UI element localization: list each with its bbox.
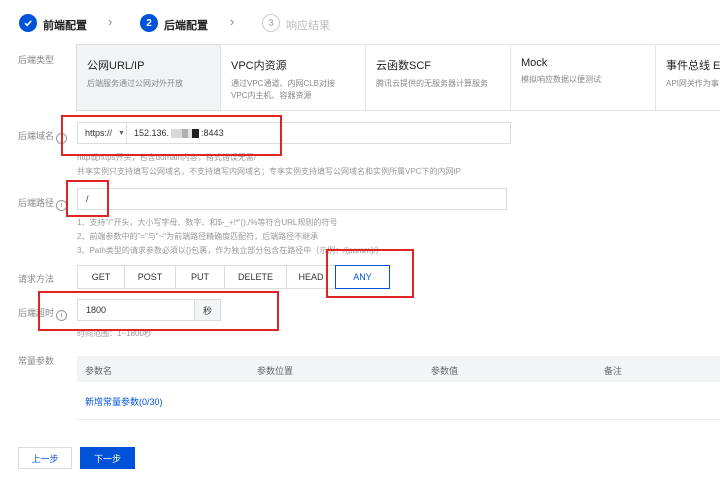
next-step-button[interactable]: 下一步 [80, 447, 135, 469]
type-card-desc: VPC内主机、容器资源 [231, 91, 312, 100]
column-param-value: 参数值 [431, 366, 459, 376]
step-2-label: 后端配置 [164, 20, 208, 32]
method-delete-button[interactable]: DELETE [224, 265, 287, 289]
method-post-button[interactable]: POST [124, 265, 176, 289]
path-help-1: 1、支持"/"开头，大小写字母、数字、和$-_+!*'(),/%等符合URL规则… [77, 218, 338, 227]
annotation-rect-path [66, 180, 109, 217]
add-constant-link[interactable]: 新增常量参数(0/30) [85, 395, 163, 408]
type-card-scf[interactable]: 云函数SCF 腾讯云提供的无服务器计算服务 [365, 44, 511, 111]
backend-path-label: 后端路径 i [18, 196, 68, 211]
steps-header: 前端配置 › 2 后端配置 › 3 响应结果 [0, 0, 720, 46]
type-card-public-url[interactable]: 公网URL/IP 后端服务通过公网对外开放 [76, 44, 221, 111]
type-card-desc: 后端服务通过公网对外开放 [87, 79, 183, 88]
annotation-rect-method [326, 249, 414, 298]
type-card-title: 事件总线 Ev [666, 60, 720, 72]
method-put-button[interactable]: PUT [175, 265, 225, 289]
path-help-2: 2、前端参数中的"="与"~"为前端路径精确度匹配符，后端路径不继承 [77, 232, 319, 241]
backend-path-input[interactable]: / [77, 188, 507, 210]
annotation-rect-timeout [38, 291, 279, 331]
constants-table-header: 参数名 参数位置 参数值 备注 [77, 356, 720, 382]
column-param-name: 参数名 [85, 366, 113, 376]
type-card-desc: API网关作为事 [666, 79, 719, 88]
backend-domain-label: 后端域名 i [18, 129, 68, 144]
annotation-rect-domain [61, 115, 282, 156]
type-card-desc: 腾讯云提供的无服务器计算服务 [376, 79, 488, 88]
column-remark: 备注 [604, 366, 623, 376]
type-card-title: Mock [521, 57, 548, 69]
chevron-right-icon: › [108, 14, 113, 29]
type-card-desc: 模拟响应数据以便测试 [521, 75, 601, 84]
step-1-label: 前端配置 [43, 20, 87, 32]
step-3-label: 响应结果 [286, 20, 330, 32]
chevron-right-icon: › [230, 14, 235, 29]
prev-step-button[interactable]: 上一步 [18, 447, 72, 469]
check-icon [19, 14, 37, 32]
column-param-position: 参数位置 [257, 366, 294, 376]
type-card-title: 云函数SCF [376, 60, 431, 72]
step-3-number: 3 [262, 14, 280, 32]
type-card-title: 公网URL/IP [87, 60, 145, 72]
type-card-eventbridge[interactable]: 事件总线 Ev API网关作为事 [655, 44, 720, 111]
method-label: 请求方法 [18, 274, 55, 284]
type-card-desc: 通过VPC通道、内网CLB对接 [231, 79, 336, 88]
backend-type-label: 后端类型 [18, 55, 55, 65]
type-card-mock[interactable]: Mock 模拟响应数据以便测试 [510, 44, 656, 111]
step-2-number: 2 [140, 14, 158, 32]
constants-table-body: 新增常量参数(0/30) [77, 382, 720, 420]
domain-help-2: 共享实例只支持填写公网域名，不支持填写内网域名；专享实例支持填写公网域名和实例所… [77, 167, 462, 176]
type-card-title: VPC内资源 [231, 60, 287, 72]
method-get-button[interactable]: GET [77, 265, 125, 289]
constants-label: 常量参数 [18, 356, 55, 366]
type-card-vpc[interactable]: VPC内资源 通过VPC通道、内网CLB对接 VPC内主机、容器资源 [220, 44, 366, 111]
